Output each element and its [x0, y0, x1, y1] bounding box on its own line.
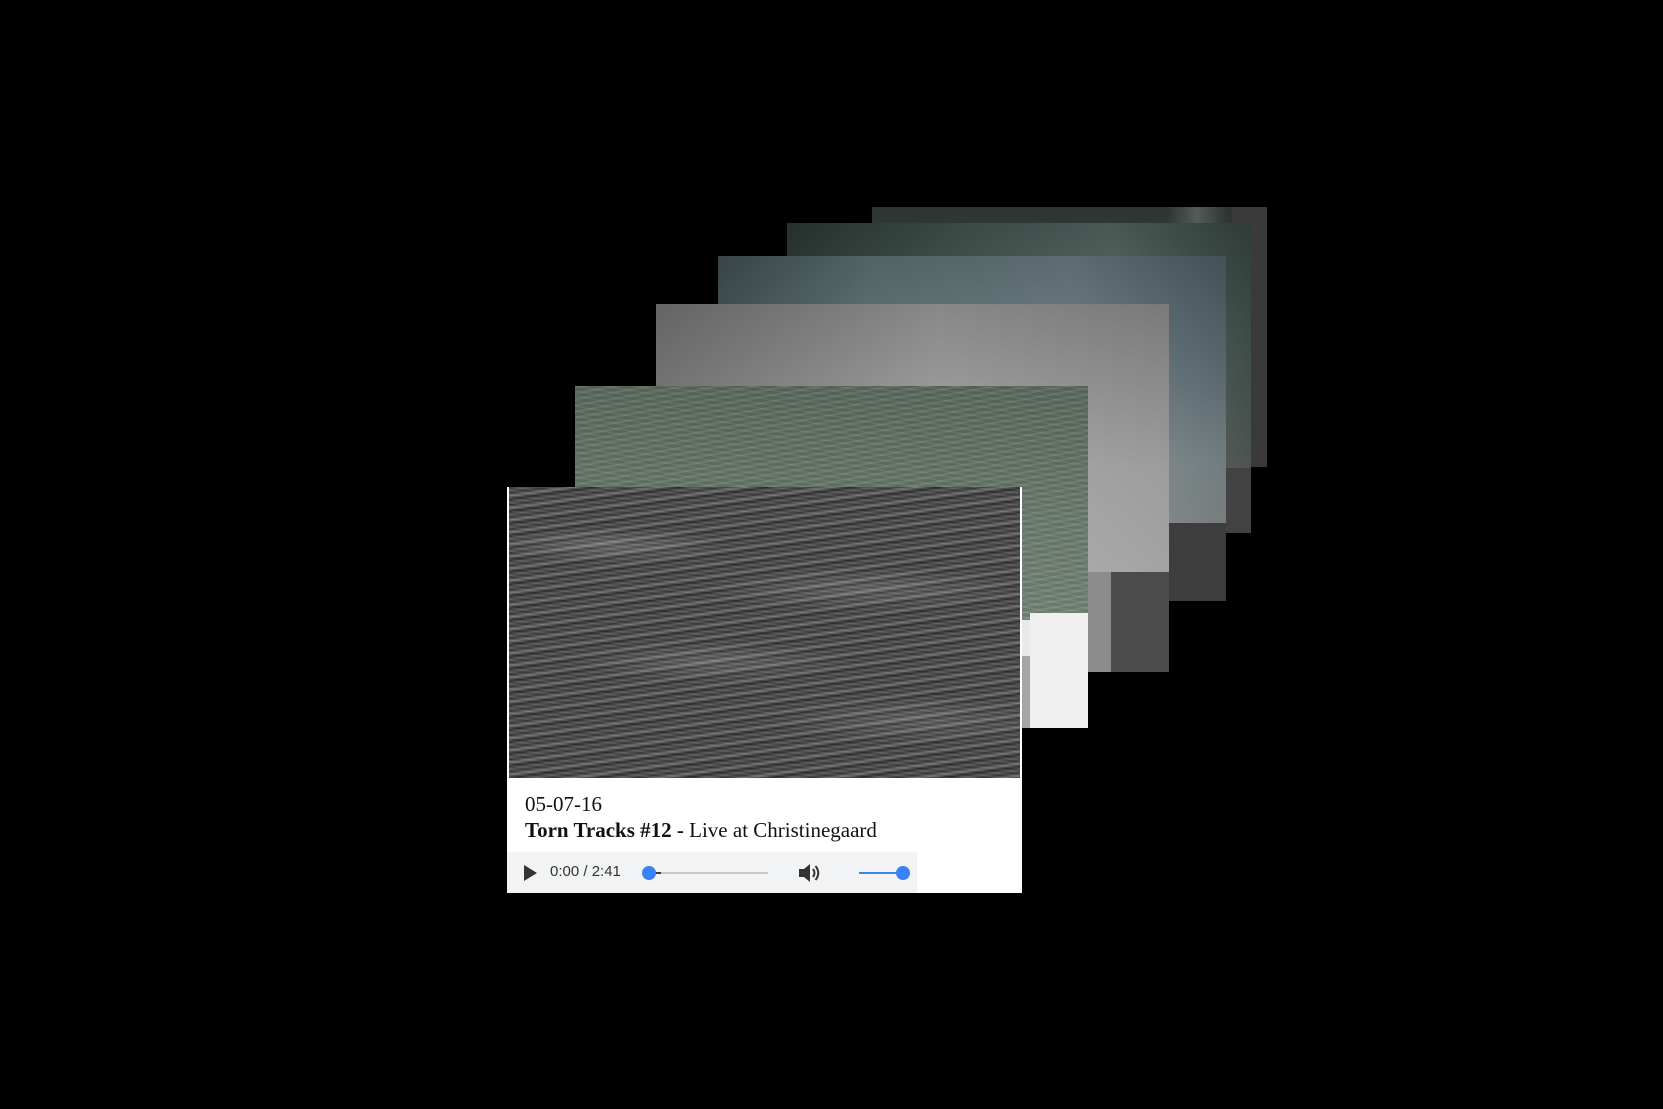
volume-knob[interactable] [896, 866, 910, 880]
track-title: Torn Tracks #12 - Live at Christinegaard [525, 818, 877, 843]
track-title-bold: Torn Tracks #12 - [525, 818, 684, 842]
seek-knob[interactable] [642, 866, 656, 880]
volume-icon [799, 864, 820, 882]
track-title-rest: Live at Christinegaard [683, 818, 877, 842]
time-display: 0:00 / 2:41 [550, 863, 621, 880]
mute-button[interactable] [797, 861, 823, 885]
volume-slider[interactable] [859, 865, 910, 881]
seek-slider[interactable] [642, 865, 768, 881]
track-card: 05-07-16 Torn Tracks #12 - Live at Chris… [507, 487, 1022, 893]
sea-photo [509, 487, 1020, 778]
stage: 05-07-16 Torn Tracks #12 - Live at Chris… [0, 0, 1663, 1109]
track-date: 05-07-16 [525, 792, 602, 816]
play-icon [524, 865, 537, 881]
play-button[interactable] [520, 863, 540, 883]
audio-player: 0:00 / 2:41 [507, 852, 917, 893]
